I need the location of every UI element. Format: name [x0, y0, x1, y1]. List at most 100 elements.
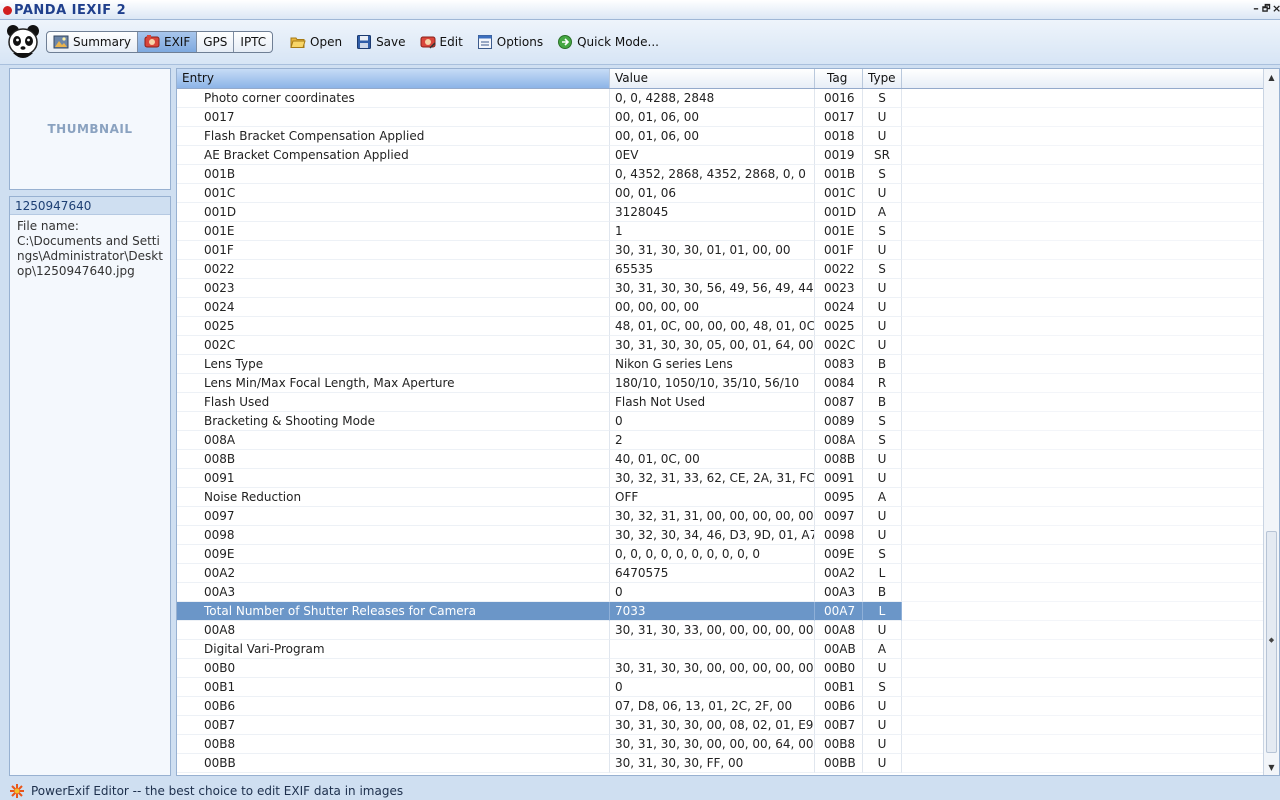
cell-value[interactable]: 30, 31, 30, 30, 00, 00, 00, 00, 00, ...: [610, 659, 815, 678]
cell-tag[interactable]: 0084: [815, 374, 863, 393]
cell-type[interactable]: U: [863, 716, 902, 735]
cell-type[interactable]: U: [863, 507, 902, 526]
cell-tag[interactable]: 00A7: [815, 602, 863, 621]
cell-type[interactable]: U: [863, 621, 902, 640]
cell-tag[interactable]: 0083: [815, 355, 863, 374]
cell-entry[interactable]: Lens Type: [177, 355, 610, 374]
cell-tag[interactable]: 00B0: [815, 659, 863, 678]
cell-tag[interactable]: 00B7: [815, 716, 863, 735]
table-row[interactable]: 0091 30, 32, 31, 33, 62, CE, 2A, 31, FC,.…: [177, 469, 1264, 488]
column-header-tag[interactable]: Tag: [815, 69, 863, 88]
cell-value[interactable]: 0EV: [610, 146, 815, 165]
cell-type[interactable]: U: [863, 241, 902, 260]
cell-type[interactable]: U: [863, 298, 902, 317]
cell-value[interactable]: 2: [610, 431, 815, 450]
table-row[interactable]: 002C 30, 31, 30, 30, 05, 00, 01, 64, 00, …: [177, 336, 1264, 355]
tab-summary[interactable]: Summary: [47, 32, 138, 52]
cell-tag[interactable]: 00A8: [815, 621, 863, 640]
cell-tag[interactable]: 0095: [815, 488, 863, 507]
cell-value[interactable]: 30, 31, 30, 33, 00, 00, 00, 00, 00, ...: [610, 621, 815, 640]
cell-entry[interactable]: 009E: [177, 545, 610, 564]
close-button[interactable]: ×: [1272, 0, 1280, 18]
table-row[interactable]: 0024 00, 00, 00, 00 0024 U: [177, 298, 1264, 317]
cell-value[interactable]: 00, 01, 06: [610, 184, 815, 203]
cell-tag[interactable]: 0087: [815, 393, 863, 412]
cell-entry[interactable]: 00B7: [177, 716, 610, 735]
cell-type[interactable]: U: [863, 336, 902, 355]
cell-entry[interactable]: 00A3: [177, 583, 610, 602]
table-row[interactable]: 0097 30, 32, 31, 31, 00, 00, 00, 00, 00, …: [177, 507, 1264, 526]
cell-entry[interactable]: 008A: [177, 431, 610, 450]
cell-value[interactable]: 30, 31, 30, 30, 05, 00, 01, 64, 00, ...: [610, 336, 815, 355]
cell-entry[interactable]: AE Bracket Compensation Applied: [177, 146, 610, 165]
cell-entry[interactable]: 0097: [177, 507, 610, 526]
cell-value[interactable]: [610, 640, 815, 659]
cell-entry[interactable]: 00A2: [177, 564, 610, 583]
table-row[interactable]: 001D 3128045 001D A: [177, 203, 1264, 222]
cell-entry[interactable]: 001E: [177, 222, 610, 241]
cell-value[interactable]: OFF: [610, 488, 815, 507]
options-button[interactable]: Options: [477, 34, 543, 50]
vertical-scrollbar[interactable]: ▲ ◆ ▼: [1263, 69, 1279, 775]
cell-type[interactable]: S: [863, 678, 902, 697]
restore-button[interactable]: 🗗: [1262, 0, 1270, 18]
cell-tag[interactable]: 00B1: [815, 678, 863, 697]
cell-type[interactable]: U: [863, 184, 902, 203]
cell-entry[interactable]: 002C: [177, 336, 610, 355]
cell-type[interactable]: S: [863, 165, 902, 184]
table-row[interactable]: Total Number of Shutter Releases for Cam…: [177, 602, 1264, 621]
cell-value[interactable]: 0, 4352, 2868, 4352, 2868, 0, 0: [610, 165, 815, 184]
cell-tag[interactable]: 0097: [815, 507, 863, 526]
cell-entry[interactable]: 0024: [177, 298, 610, 317]
cell-type[interactable]: R: [863, 374, 902, 393]
cell-value[interactable]: 0: [610, 678, 815, 697]
cell-tag[interactable]: 0025: [815, 317, 863, 336]
cell-tag[interactable]: 0098: [815, 526, 863, 545]
table-row[interactable]: 009E 0, 0, 0, 0, 0, 0, 0, 0, 0, 0 009E S: [177, 545, 1264, 564]
cell-value[interactable]: Nikon G series Lens: [610, 355, 815, 374]
cell-entry[interactable]: Lens Min/Max Focal Length, Max Aperture: [177, 374, 610, 393]
cell-value[interactable]: 0, 0, 4288, 2848: [610, 89, 815, 108]
cell-tag[interactable]: 0089: [815, 412, 863, 431]
table-row[interactable]: 00B8 30, 31, 30, 30, 00, 00, 00, 64, 00, …: [177, 735, 1264, 754]
cell-value[interactable]: 00, 00, 00, 00: [610, 298, 815, 317]
minimize-button[interactable]: –: [1252, 0, 1260, 18]
column-header-type[interactable]: Type: [863, 69, 902, 88]
cell-entry[interactable]: 00B8: [177, 735, 610, 754]
cell-entry[interactable]: 0098: [177, 526, 610, 545]
cell-type[interactable]: A: [863, 203, 902, 222]
cell-value[interactable]: Flash Not Used: [610, 393, 815, 412]
cell-type[interactable]: U: [863, 279, 902, 298]
scroll-down-arrow-icon[interactable]: ▼: [1264, 759, 1279, 775]
cell-entry[interactable]: 00A8: [177, 621, 610, 640]
cell-type[interactable]: S: [863, 222, 902, 241]
cell-entry[interactable]: 00B0: [177, 659, 610, 678]
column-header-entry[interactable]: Entry: [177, 69, 610, 88]
cell-value[interactable]: 48, 01, 0C, 00, 00, 00, 48, 01, 0C, ...: [610, 317, 815, 336]
cell-value[interactable]: 1: [610, 222, 815, 241]
table-row[interactable]: Flash Used Flash Not Used 0087 B: [177, 393, 1264, 412]
table-row[interactable]: Noise Reduction OFF 0095 A: [177, 488, 1264, 507]
cell-type[interactable]: U: [863, 127, 902, 146]
cell-entry[interactable]: 0091: [177, 469, 610, 488]
cell-entry[interactable]: Flash Bracket Compensation Applied: [177, 127, 610, 146]
cell-type[interactable]: B: [863, 393, 902, 412]
cell-tag[interactable]: 00B6: [815, 697, 863, 716]
cell-value[interactable]: 7033: [610, 602, 815, 621]
cell-tag[interactable]: 00AB: [815, 640, 863, 659]
tab-iptc[interactable]: IPTC: [234, 32, 272, 52]
cell-type[interactable]: S: [863, 545, 902, 564]
cell-entry[interactable]: Photo corner coordinates: [177, 89, 610, 108]
cell-entry[interactable]: 0025: [177, 317, 610, 336]
cell-type[interactable]: A: [863, 488, 902, 507]
cell-type[interactable]: S: [863, 412, 902, 431]
cell-entry[interactable]: 001F: [177, 241, 610, 260]
cell-tag[interactable]: 00A3: [815, 583, 863, 602]
cell-value[interactable]: 30, 31, 30, 30, FF, 00: [610, 754, 815, 773]
table-row[interactable]: Lens Min/Max Focal Length, Max Aperture 1…: [177, 374, 1264, 393]
cell-type[interactable]: A: [863, 640, 902, 659]
cell-entry[interactable]: Noise Reduction: [177, 488, 610, 507]
cell-type[interactable]: B: [863, 355, 902, 374]
table-row[interactable]: Flash Bracket Compensation Applied 00, 01…: [177, 127, 1264, 146]
cell-value[interactable]: 65535: [610, 260, 815, 279]
